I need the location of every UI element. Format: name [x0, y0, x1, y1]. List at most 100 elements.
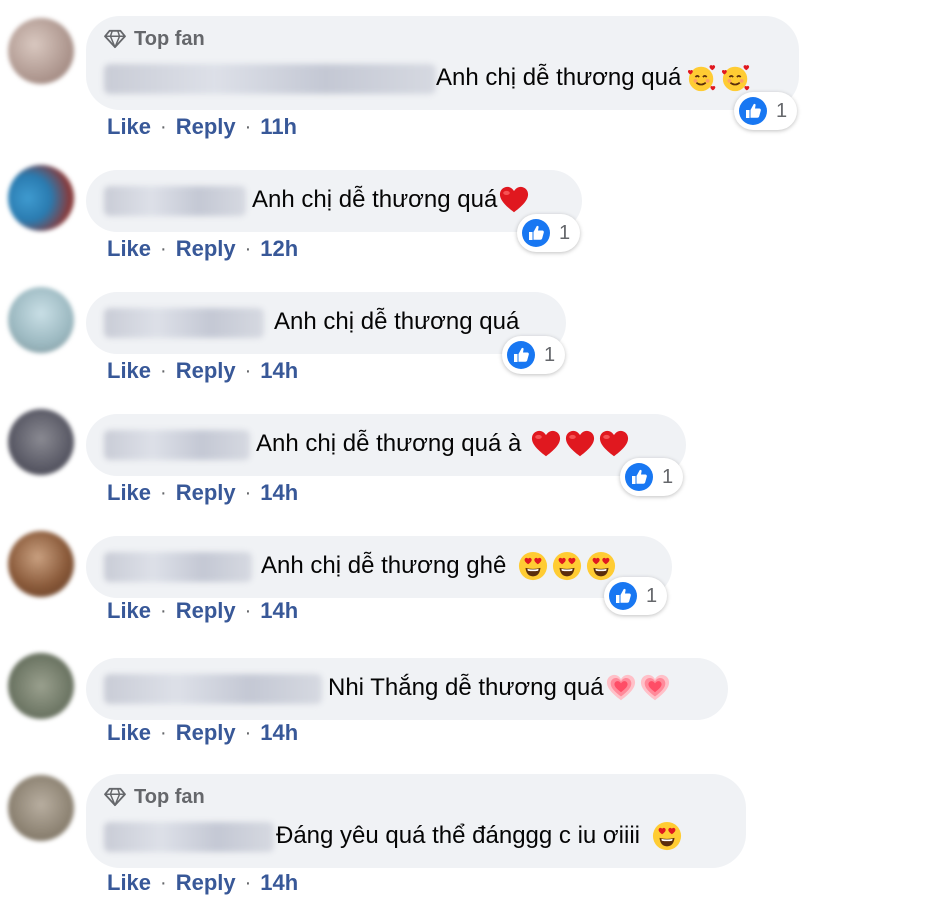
- comment-timestamp[interactable]: 14h: [260, 358, 298, 384]
- separator-dot: ·: [160, 871, 167, 894]
- separator-dot: ·: [160, 359, 167, 382]
- comment-actions: Like · Reply · 14h: [107, 868, 298, 898]
- commenter-name[interactable]: [104, 64, 436, 94]
- separator-dot: ·: [160, 721, 167, 744]
- comment-bubble: Anh chị dễ thương quá: [86, 292, 566, 354]
- like-link[interactable]: Like: [107, 480, 151, 506]
- commenter-name[interactable]: [104, 308, 264, 338]
- comment-timestamp[interactable]: 14h: [260, 870, 298, 896]
- separator-dot: ·: [244, 237, 252, 260]
- reaction-count-badge[interactable]: 1: [734, 92, 798, 130]
- reply-link[interactable]: Reply: [176, 598, 236, 624]
- reply-link[interactable]: Reply: [176, 114, 236, 140]
- comment-actions: Like · Reply · 11h: [107, 112, 297, 142]
- reaction-count-badge[interactable]: 1: [502, 336, 566, 374]
- commenter-name[interactable]: [104, 822, 274, 852]
- like-link[interactable]: Like: [107, 720, 151, 746]
- comment-timestamp[interactable]: 14h: [260, 720, 298, 746]
- like-link[interactable]: Like: [107, 114, 151, 140]
- growing-heart-icon: [640, 673, 670, 703]
- growing-heart-icon: [606, 673, 636, 703]
- like-link[interactable]: Like: [107, 870, 151, 896]
- comment-text: Anh chị dễ thương ghê: [261, 550, 616, 582]
- reaction-count: 1: [776, 99, 788, 122]
- avatar[interactable]: [8, 409, 74, 475]
- like-reaction-icon: [624, 462, 654, 492]
- comment-bubble: Anh chị dễ thương quá: [86, 170, 582, 232]
- commenter-name[interactable]: [104, 674, 322, 704]
- comment-timestamp[interactable]: 12h: [260, 236, 298, 262]
- reaction-count-badge[interactable]: 1: [620, 458, 684, 496]
- reply-link[interactable]: Reply: [176, 870, 236, 896]
- comment-text: Anh chị dễ thương quá: [252, 184, 529, 216]
- avatar[interactable]: [8, 775, 74, 841]
- reaction-count: 1: [646, 584, 658, 607]
- heart-eyes-icon: [518, 551, 548, 581]
- smiling-face-with-hearts-icon: [721, 63, 751, 93]
- diamond-icon: [104, 29, 126, 49]
- comment-text: Đáng yêu quá thể đánggg c iu ơiiii: [276, 820, 682, 852]
- comment-actions: Like · Reply · 12h: [107, 234, 298, 264]
- commenter-name[interactable]: [104, 186, 246, 216]
- red-heart-icon: [531, 429, 561, 459]
- top-fan-badge: Top fan: [104, 784, 205, 810]
- comment-bubble: Anh chị dễ thương ghê: [86, 536, 672, 598]
- reply-link[interactable]: Reply: [176, 480, 236, 506]
- separator-dot: ·: [244, 721, 252, 744]
- reaction-count-badge[interactable]: 1: [517, 214, 581, 252]
- comment-text: Anh chị dễ thương quá: [436, 62, 751, 94]
- like-link[interactable]: Like: [107, 598, 151, 624]
- avatar[interactable]: [8, 287, 74, 353]
- avatar[interactable]: [8, 531, 74, 597]
- like-link[interactable]: Like: [107, 358, 151, 384]
- separator-dot: ·: [244, 359, 252, 382]
- heart-eyes-icon: [652, 821, 682, 851]
- diamond-icon: [104, 787, 126, 807]
- separator-dot: ·: [244, 115, 252, 138]
- red-heart-icon: [599, 429, 629, 459]
- reaction-count-badge[interactable]: 1: [604, 577, 668, 615]
- like-reaction-icon: [506, 340, 536, 370]
- comment-text: Anh chị dễ thương quá: [274, 308, 520, 335]
- comment-actions: Like · Reply · 14h: [107, 478, 298, 508]
- like-reaction-icon: [608, 581, 638, 611]
- reply-link[interactable]: Reply: [176, 236, 236, 262]
- comment-bubble: Top fan Đáng yêu quá thể đánggg c iu ơii…: [86, 774, 746, 868]
- reaction-count: 1: [559, 221, 571, 244]
- separator-dot: ·: [160, 481, 167, 504]
- top-fan-badge: Top fan: [104, 26, 205, 52]
- comment-timestamp[interactable]: 14h: [260, 480, 298, 506]
- comment-actions: Like · Reply · 14h: [107, 718, 298, 748]
- like-reaction-icon: [521, 218, 551, 248]
- avatar[interactable]: [8, 165, 74, 231]
- separator-dot: ·: [244, 599, 252, 622]
- reaction-count: 1: [544, 343, 556, 366]
- red-heart-icon: [499, 185, 529, 215]
- comment-text: Anh chị dễ thương quá à: [256, 428, 629, 460]
- comment-timestamp[interactable]: 14h: [260, 598, 298, 624]
- reply-link[interactable]: Reply: [176, 358, 236, 384]
- smiling-face-with-hearts-icon: [687, 63, 717, 93]
- reaction-count: 1: [662, 465, 674, 488]
- like-reaction-icon: [738, 96, 768, 126]
- comment-timestamp[interactable]: 11h: [260, 114, 297, 140]
- separator-dot: ·: [160, 599, 167, 622]
- red-heart-icon: [565, 429, 595, 459]
- commenter-name[interactable]: [104, 552, 252, 582]
- avatar[interactable]: [8, 18, 74, 84]
- separator-dot: ·: [244, 481, 252, 504]
- comment-actions: Like · Reply · 14h: [107, 596, 298, 626]
- heart-eyes-icon: [552, 551, 582, 581]
- comment-text: Nhi Thắng dễ thương quá: [328, 672, 670, 704]
- separator-dot: ·: [244, 871, 252, 894]
- comment-bubble: Anh chị dễ thương quá à: [86, 414, 686, 476]
- comment-bubble: Top fan Anh chị dễ thương quá: [86, 16, 799, 110]
- commenter-name[interactable]: [104, 430, 250, 460]
- reply-link[interactable]: Reply: [176, 720, 236, 746]
- like-link[interactable]: Like: [107, 236, 151, 262]
- avatar[interactable]: [8, 653, 74, 719]
- comment-actions: Like · Reply · 14h: [107, 356, 298, 386]
- heart-eyes-icon: [586, 551, 616, 581]
- comment-bubble: Nhi Thắng dễ thương quá: [86, 658, 728, 720]
- top-fan-label: Top fan: [134, 785, 205, 808]
